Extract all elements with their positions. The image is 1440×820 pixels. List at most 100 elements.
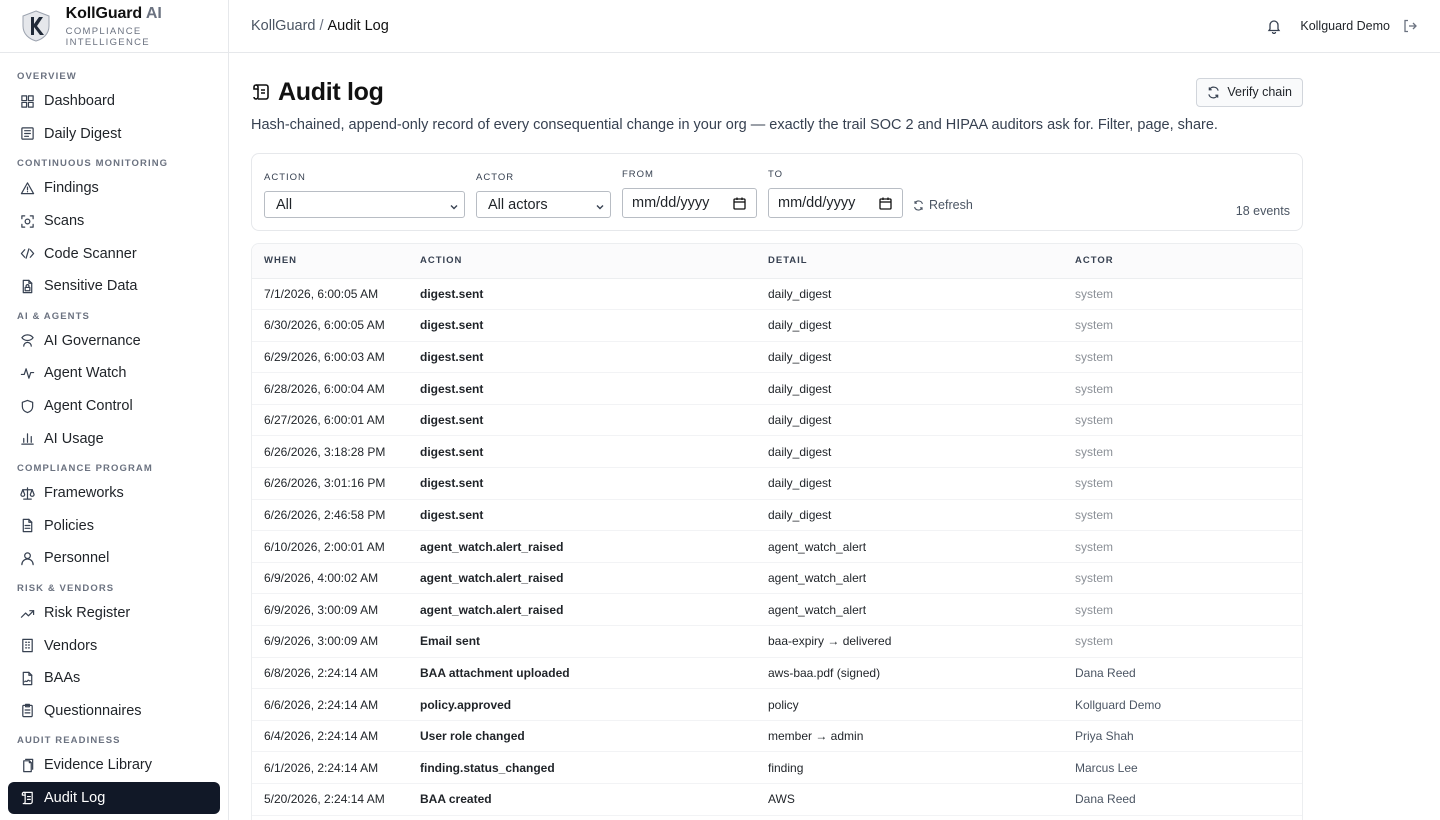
column-header-actor: ACTOR <box>1075 244 1302 279</box>
cell-action: BAA created <box>420 783 768 816</box>
verify-chain-label: Verify chain <box>1227 85 1292 99</box>
sidebar-item-personnel[interactable]: Personnel <box>8 542 220 575</box>
column-header-when: WHEN <box>252 244 420 279</box>
brand[interactable]: KollGuard AI COMPLIANCE INTELLIGENCE <box>0 0 228 53</box>
sidebar-item-ai-usage[interactable]: AI Usage <box>8 422 220 455</box>
activity-icon <box>19 365 35 381</box>
user-name[interactable]: Kollguard Demo <box>1300 19 1390 33</box>
cell-action: digest.sent <box>420 499 768 532</box>
chevron-down-icon <box>595 200 605 210</box>
cell-action: digest.sent <box>420 341 768 374</box>
cell-detail: AWS <box>768 783 1075 816</box>
sidebar-item-code-scanner[interactable]: Code Scanner <box>8 237 220 270</box>
table-row[interactable]: 6/8/2026, 2:24:14 AM BAA attachment uploa… <box>252 657 1302 690</box>
chevron-down-icon <box>449 200 459 210</box>
sidebar-item-evidence-library[interactable]: Evidence Library <box>8 749 220 782</box>
refresh-icon <box>913 199 924 211</box>
sidebar-item-baas[interactable]: BAAs <box>8 662 220 695</box>
user-icon <box>19 550 35 566</box>
column-header-detail: DETAIL <box>768 244 1075 279</box>
table-row[interactable]: 6/1/2026, 2:24:14 AM finding.status_chang… <box>252 751 1302 784</box>
table-row[interactable]: 6/4/2026, 2:24:14 AM User role changed mem… <box>252 720 1302 753</box>
sidebar-item-label: Risk Register <box>44 605 131 622</box>
sidebar-item-label: Code Scanner <box>44 245 137 262</box>
actor-filter-select[interactable]: All actors <box>476 191 611 218</box>
from-date-input[interactable]: mm/dd/yyyy <box>622 188 757 218</box>
refresh-button[interactable]: Refresh <box>913 198 973 212</box>
sidebar-item-risk-register[interactable]: Risk Register <box>8 597 220 630</box>
cell-actor: Dana Reed <box>1075 783 1302 816</box>
brand-name-suffix: AI <box>145 4 162 22</box>
table-row[interactable]: 6/6/2026, 2:24:14 AM policy.approved polic… <box>252 688 1302 721</box>
sidebar-item-ai-governance[interactable]: AI Governance <box>8 325 220 358</box>
cell-detail: daily_digest <box>768 309 1075 342</box>
cell-actor: Marcus Lee <box>1075 751 1302 784</box>
cell-actor: system <box>1075 341 1302 374</box>
breadcrumb-root[interactable]: KollGuard <box>251 18 315 34</box>
sidebar-item-agent-control[interactable]: Agent Control <box>8 390 220 423</box>
code-icon <box>19 246 35 262</box>
table-row[interactable]: 6/28/2026, 6:00:04 AM digest.sent daily_di… <box>252 372 1302 405</box>
table-row[interactable]: 7/1/2026, 6:00:05 AM digest.sent daily_dig… <box>252 278 1302 311</box>
cell-action: policy.approved <box>420 688 768 721</box>
table-row[interactable]: 6/9/2026, 4:00:02 AM agent_watch.alert_ra… <box>252 562 1302 595</box>
table-row[interactable]: 6/9/2026, 3:00:09 AM Email sent baa-expiry… <box>252 625 1302 658</box>
event-count: 18 events <box>1235 204 1290 218</box>
sidebar-item-vendors[interactable]: Vendors <box>8 629 220 662</box>
scan-icon <box>19 213 35 229</box>
table-row[interactable]: 6/27/2026, 6:00:01 AM digest.sent daily_di… <box>252 404 1302 437</box>
logout-icon[interactable] <box>1402 18 1418 34</box>
table-row[interactable]: 6/26/2026, 2:46:58 PM digest.sent daily_di… <box>252 499 1302 532</box>
cell-actor: system <box>1075 499 1302 532</box>
cell-detail: daily_digest <box>768 435 1075 469</box>
to-date-placeholder: mm/dd/yyyy <box>778 195 856 211</box>
verify-chain-button[interactable]: Verify chain <box>1196 77 1303 107</box>
sidebar-item-frameworks[interactable]: Frameworks <box>8 477 220 510</box>
main-content: Audit log Verify chain Hash-chained, app… <box>251 53 1303 820</box>
cell-when: 6/9/2026, 4:00:02 AM <box>252 562 420 595</box>
sidebar-item-findings[interactable]: Findings <box>8 172 220 205</box>
action-filter-select[interactable]: All <box>264 191 465 218</box>
to-date-input[interactable]: mm/dd/yyyy <box>768 188 903 218</box>
sidebar-item-dashboard[interactable]: Dashboard <box>8 85 220 118</box>
cell-detail: daily_digest <box>768 467 1075 500</box>
calendar-icon[interactable] <box>879 197 892 210</box>
cell-when: 6/10/2026, 2:00:01 AM <box>252 530 420 563</box>
table-row[interactable]: 5/20/2026, 2:24:14 AM BAA created AWS Dana … <box>252 783 1302 816</box>
table-row[interactable]: 6/9/2026, 3:00:09 AM agent_watch.alert_ra… <box>252 593 1302 627</box>
cell-actor: system <box>1075 562 1302 595</box>
breadcrumb-separator: / <box>319 18 324 34</box>
sidebar-item-policies[interactable]: Policies <box>8 510 220 543</box>
table-row[interactable]: 6/26/2026, 3:01:16 PM digest.sent daily_di… <box>252 467 1302 500</box>
cell-actor: Dana Reed <box>1075 657 1302 690</box>
cell-detail: agent_watch_alert <box>768 593 1075 627</box>
sidebar-item-scans[interactable]: Scans <box>8 205 220 238</box>
cell-detail: member → admin <box>768 720 1075 753</box>
cell-detail: agent_watch_alert <box>768 562 1075 595</box>
nav-section-ai-and-agents: AI & AGENTS <box>17 310 90 322</box>
sidebar-item-sensitive-data[interactable]: Sensitive Data <box>8 270 220 303</box>
refresh-label: Refresh <box>929 198 973 212</box>
file-stack-icon <box>19 757 35 773</box>
sidebar-item-audit-log[interactable]: Audit Log <box>8 781 220 815</box>
cell-action: User role changed <box>420 720 768 753</box>
table-row[interactable]: 6/29/2026, 6:00:03 AM digest.sent daily_di… <box>252 341 1302 374</box>
cell-actor: system <box>1075 372 1302 405</box>
sidebar-item-questionnaires[interactable]: Questionnaires <box>8 695 220 728</box>
bell-icon[interactable] <box>1266 18 1282 35</box>
sidebar-item-label: Agent Control <box>44 398 133 415</box>
sidebar-item-label: Frameworks <box>44 485 124 502</box>
cell-action: digest.sent <box>420 467 768 500</box>
table-row[interactable]: 6/26/2026, 3:18:28 PM digest.sent daily_di… <box>252 435 1302 469</box>
cell-detail: daily_digest <box>768 499 1075 532</box>
nav-section-continuous-monitoring: CONTINUOUS MONITORING <box>17 158 169 170</box>
table-header-row: WHEN ACTION DETAIL ACTOR <box>252 244 1302 279</box>
grid-icon <box>19 93 35 109</box>
sidebar-item-daily-digest[interactable]: Daily Digest <box>8 118 220 151</box>
cell-when: 5/20/2026, 2:24:14 AM <box>252 783 420 816</box>
sidebar-item-agent-watch[interactable]: Agent Watch <box>8 357 220 390</box>
table-row[interactable]: 6/10/2026, 2:00:01 AM agent_watch.alert_r… <box>252 530 1302 563</box>
sidebar-item-label: Findings <box>44 180 99 197</box>
table-row[interactable]: 6/30/2026, 6:00:05 AM digest.sent daily_di… <box>252 309 1302 342</box>
calendar-icon[interactable] <box>733 197 746 210</box>
